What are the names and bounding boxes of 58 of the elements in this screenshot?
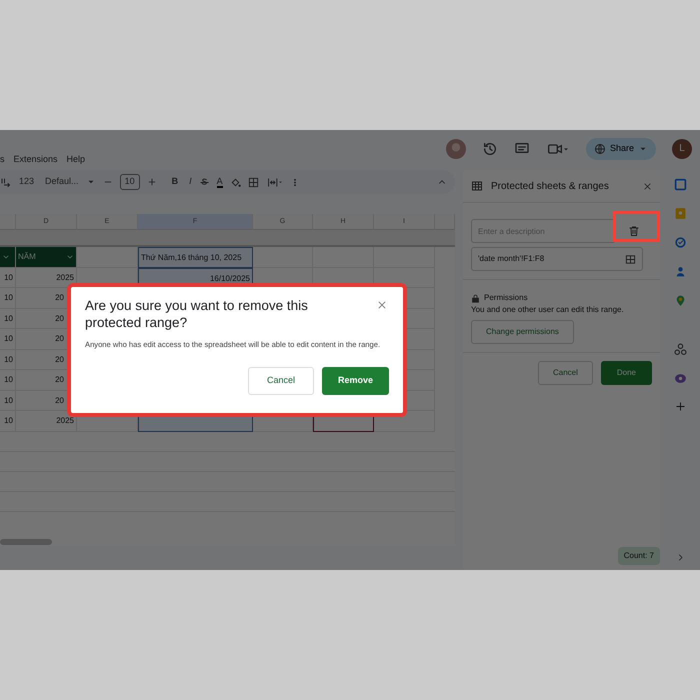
menu-item[interactable]: s [0,152,4,166]
decimal-format-icon[interactable] [0,176,12,188]
table-cell: Thứ Năm,16 tháng 10, 2025 [138,247,253,268]
table-cell: 10 [0,288,16,308]
header-label: NĂM [18,251,36,264]
filter-header-cell[interactable]: NĂM [16,247,77,268]
menu-item[interactable]: Help [66,152,86,166]
panel-title: Protected sheets & ranges [491,180,609,194]
tasks-icon[interactable] [674,236,686,249]
table-cell: 10 [0,390,16,411]
borders-icon[interactable] [248,176,259,188]
strikethrough-icon[interactable] [198,176,210,188]
account-avatar[interactable]: L [672,138,692,159]
cancel-button[interactable]: Cancel [248,367,314,394]
plus-icon[interactable] [146,177,157,187]
eye-icon[interactable] [674,372,686,385]
range-field[interactable]: 'date month'!F1:F8 [471,247,643,271]
globe-icon [594,142,606,155]
count-summary[interactable]: Count: 7 [618,547,660,565]
lock-icon [471,294,480,302]
calendar-icon[interactable] [674,178,686,191]
add-icon[interactable] [674,401,686,412]
merge-cells-icon[interactable] [266,176,284,188]
done-button[interactable]: Done [600,361,652,385]
contacts-icon[interactable] [674,265,686,278]
select-range-icon[interactable] [625,254,636,264]
table-cell: 10 [0,370,16,390]
profile-avatar[interactable] [446,138,466,159]
font-dropdown[interactable]: Defaul... [45,175,79,189]
close-icon[interactable] [377,300,387,310]
italic-button[interactable]: I [189,175,192,189]
table-cell: 10 [0,308,16,329]
close-icon[interactable] [643,182,652,190]
map-pin-icon[interactable] [674,294,686,307]
bold-button[interactable]: B [172,175,178,189]
history-icon[interactable] [482,140,498,157]
remove-button[interactable]: Remove [322,367,389,394]
share-button[interactable]: Share [586,138,656,160]
table-cell: 10 [0,350,16,370]
change-permissions-button[interactable]: Change permissions [471,320,574,344]
text-color-button[interactable]: A [216,176,223,188]
dialog-title: Are you sure you want to remove this protected range? [85,297,309,331]
filter-header-cell[interactable] [0,247,16,268]
font-size-field[interactable]: 10 [120,174,140,190]
scrollbar-thumb[interactable] [0,539,52,545]
menu-item[interactable]: Extensions [14,152,58,166]
paint-bucket-icon[interactable] [230,176,241,188]
permissions-title: Permissions [484,292,528,304]
trash-icon[interactable] [628,225,640,237]
range-text: 'date month'!F1:F8 [478,253,544,265]
table-cell: 10 [0,268,16,288]
table-cell: 10 [0,329,16,350]
connected-circles-icon[interactable] [674,343,686,356]
permissions-text: You and one other user can edit this range. [471,304,625,316]
highlight-frame [613,211,660,242]
cancel-button[interactable]: Cancel [538,361,593,385]
number-format-button[interactable]: 123 [19,175,34,189]
table-icon [471,180,483,192]
